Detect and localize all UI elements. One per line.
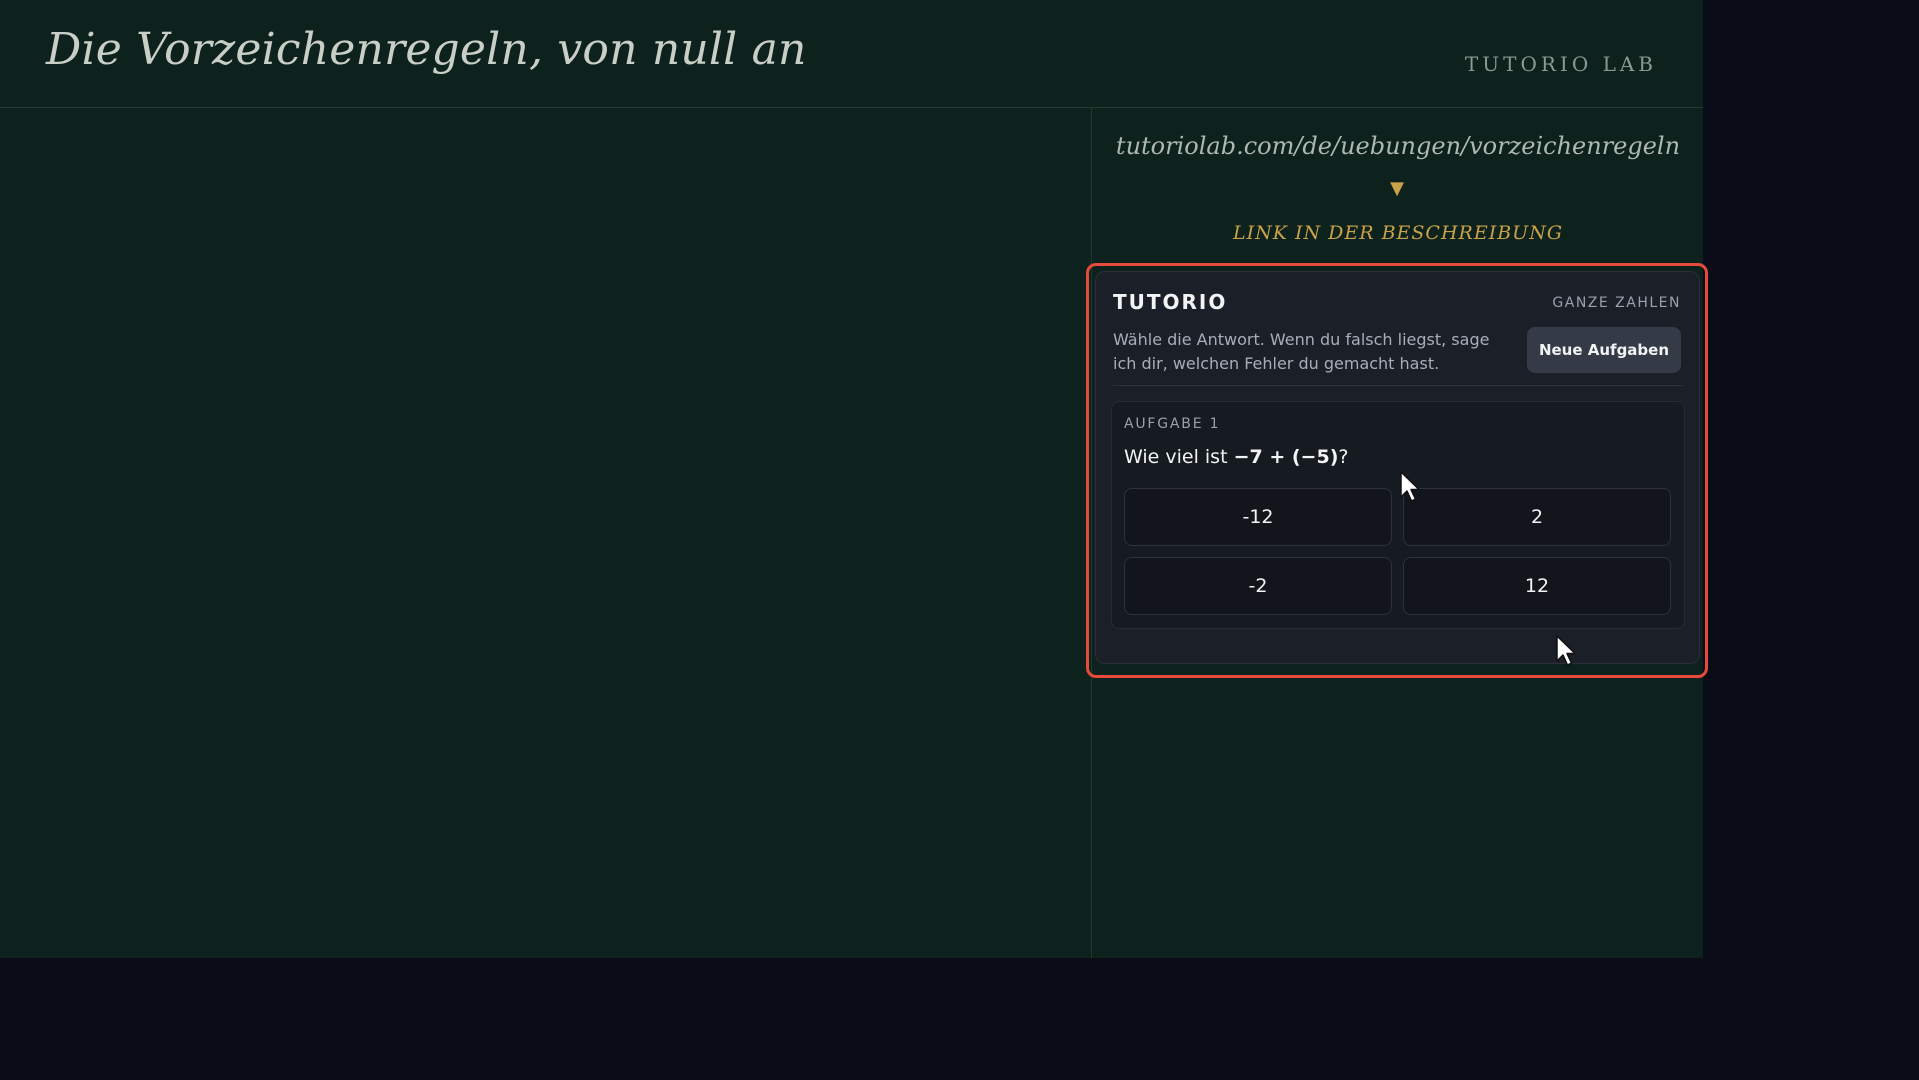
mouse-cursor-icon [1556, 635, 1576, 666]
answer-option[interactable]: -12 [1124, 488, 1392, 546]
task-label: AUFGABE 1 [1124, 416, 1221, 432]
video-stage: Die Vorzeichenregeln, von null an TUTORI… [0, 0, 1708, 958]
widget-description: Wähle die Antwort. Wenn du falsch liegst… [1113, 330, 1490, 373]
question-expression: −7 + (−5) [1233, 446, 1339, 468]
tutorio-widget: TUTORIO GANZE ZAHLEN Wähle die Antwort. … [1095, 271, 1700, 664]
brand-logo-text: TUTORIO LAB [1464, 52, 1657, 76]
task-question: Wie viel ist −7 + (−5)? [1124, 446, 1348, 468]
mouse-cursor-icon [1400, 471, 1420, 502]
answer-option[interactable]: -2 [1124, 557, 1392, 615]
card-separator [1113, 385, 1683, 386]
answer-option[interactable]: 2 [1403, 488, 1671, 546]
question-suffix: ? [1338, 446, 1349, 468]
answer-option[interactable]: 12 [1403, 557, 1671, 615]
task-panel: AUFGABE 1 Wie viel ist −7 + (−5)? -12 2 … [1111, 401, 1685, 629]
page-title: Die Vorzeichenregeln, von null an [46, 24, 807, 75]
arrow-down-icon: ▼ [1390, 178, 1404, 199]
widget-title: TUTORIO [1113, 290, 1228, 314]
question-prefix: Wie viel ist [1124, 446, 1234, 468]
new-tasks-button[interactable]: Neue Aufgaben [1527, 327, 1681, 373]
promo-link-caption: LINK IN DER BESCHREIBUNG [1232, 222, 1563, 244]
header-bar: Die Vorzeichenregeln, von null an TUTORI… [0, 0, 1703, 108]
promo-url[interactable]: tutoriolab.com/de/uebungen/vorzeichenreg… [1093, 132, 1703, 160]
widget-topic: GANZE ZAHLEN [1552, 295, 1681, 311]
